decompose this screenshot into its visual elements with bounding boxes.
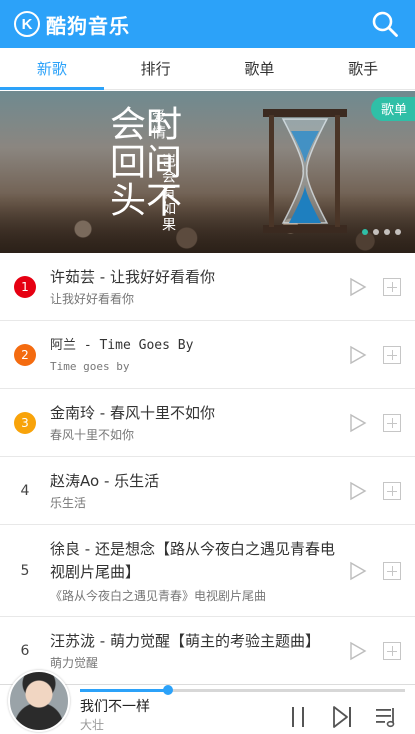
progress-fill (80, 689, 168, 692)
play-icon[interactable] (349, 561, 367, 581)
play-icon[interactable] (349, 481, 367, 501)
playlist-queue-icon[interactable] (374, 704, 398, 730)
next-icon[interactable] (330, 704, 354, 730)
carousel-dot[interactable] (362, 229, 368, 235)
song-row[interactable]: 2 阿兰 - Time Goes By Time goes by (0, 321, 415, 389)
banner-poem-small-2: 岂会有如果 (160, 153, 176, 233)
play-icon[interactable] (349, 413, 367, 433)
artist-avatar[interactable] (8, 670, 70, 732)
song-subtitle: 春风十里不如你 (50, 428, 135, 442)
kugou-logo-icon: K (14, 11, 40, 37)
tab-singers[interactable]: 歌手 (311, 48, 415, 89)
hourglass-image (263, 109, 347, 233)
song-row[interactable]: 4 赵涛Ao - 乐生活 乐生活 (0, 457, 415, 525)
song-title: 许茹芸 - 让我好好看看你 (50, 268, 215, 286)
tab-new-songs[interactable]: 新歌 (0, 48, 104, 90)
song-row[interactable]: 6 汪苏泷 - 萌力觉醒【萌主的考验主题曲】 萌力觉醒 (0, 617, 415, 685)
add-icon[interactable] (383, 642, 401, 660)
song-title: 金南玲 - 春风十里不如你 (50, 404, 215, 422)
carousel-dot[interactable] (373, 229, 379, 235)
pause-icon[interactable] (286, 704, 310, 730)
rank-number: 6 (20, 643, 30, 659)
song-row[interactable]: 1 许茹芸 - 让我好好看看你 让我好好看看你 (0, 253, 415, 321)
carousel-indicators (362, 229, 401, 235)
app-logo[interactable]: K 酷狗音乐 (14, 10, 130, 38)
song-subtitle: Time goes by (50, 360, 130, 373)
rank-badge: 3 (14, 412, 36, 434)
rank-number: 4 (20, 483, 30, 499)
song-subtitle: 《路从今夜白之遇见青春》电视剧片尾曲 (50, 589, 267, 603)
rank-badge: 1 (14, 276, 36, 298)
tab-bar: 新歌 排行 歌单 歌手 (0, 48, 415, 90)
tab-ranking[interactable]: 排行 (104, 48, 208, 89)
play-icon[interactable] (349, 641, 367, 661)
song-subtitle: 乐生活 (50, 496, 87, 510)
song-subtitle: 让我好好看看你 (50, 292, 135, 306)
tab-playlists[interactable]: 歌单 (208, 48, 312, 89)
play-icon[interactable] (349, 345, 367, 365)
add-icon[interactable] (383, 482, 401, 500)
song-title: 徐良 - 还是想念【路从今夜白之遇见青春电视剧片尾曲】 (50, 540, 335, 581)
now-playing-title: 我们不一样 (80, 699, 150, 715)
add-icon[interactable] (383, 346, 401, 364)
rank-number: 5 (20, 563, 30, 579)
banner-badge-playlist[interactable]: 歌单 (370, 97, 415, 121)
banner-carousel[interactable]: 时间不会回头 爱情 岂会有如果 歌单 (0, 91, 415, 253)
song-title: 赵涛Ao - 乐生活 (50, 472, 160, 490)
song-row[interactable]: 5 徐良 - 还是想念【路从今夜白之遇见青春电视剧片尾曲】 《路从今夜白之遇见青… (0, 525, 415, 617)
banner-poem-small-1: 爱情 (150, 109, 166, 141)
play-icon[interactable] (349, 277, 367, 297)
search-icon[interactable] (371, 10, 399, 38)
add-icon[interactable] (383, 562, 401, 580)
rank-badge: 2 (14, 344, 36, 366)
now-playing-artist: 大壮 (80, 718, 105, 732)
song-title: 阿兰 - Time Goes By (50, 338, 194, 353)
song-subtitle: 萌力觉醒 (50, 656, 99, 670)
song-title: 汪苏泷 - 萌力觉醒【萌主的考验主题曲】 (50, 632, 320, 650)
song-list: 1 许茹芸 - 让我好好看看你 让我好好看看你 2 阿兰 - Time Goes… (0, 253, 415, 685)
carousel-dot[interactable] (395, 229, 401, 235)
progress-knob[interactable] (162, 685, 173, 695)
app-name: 酷狗音乐 (46, 13, 130, 38)
add-icon[interactable] (383, 278, 401, 296)
add-icon[interactable] (383, 414, 401, 432)
progress-bar[interactable] (80, 685, 405, 695)
song-row[interactable]: 3 金南玲 - 春风十里不如你 春风十里不如你 (0, 389, 415, 457)
app-header: K 酷狗音乐 (0, 0, 415, 48)
carousel-dot[interactable] (384, 229, 390, 235)
